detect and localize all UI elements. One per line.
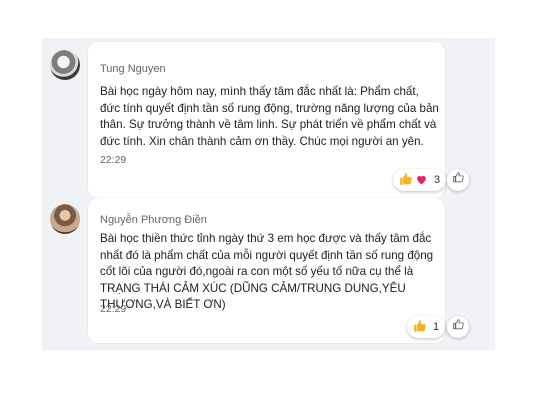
reaction-summary[interactable]: 1 <box>407 316 446 338</box>
avatar[interactable] <box>50 50 80 80</box>
heart-icon <box>415 173 428 188</box>
thumbs-up-icon <box>413 319 427 336</box>
like-outline-icon <box>452 171 465 189</box>
thumbs-up-icon <box>399 172 413 189</box>
comment-text: Bài học ngày hôm nay, mình thấy tâm đắc … <box>100 85 439 148</box>
comment-text: Bài học thiền thức tỉnh ngày thứ 3 em họ… <box>100 232 434 311</box>
comment-feed: Tung Nguyen Bài học ngày hôm nay, mình t… <box>42 38 495 350</box>
comment-bubble: Tung Nguyen Bài học ngày hôm nay, mình t… <box>88 42 469 198</box>
comment-author[interactable]: Tung Nguyen <box>100 63 166 75</box>
comment-bubble: Nguyễn Phương Điền Bài học thiền thức tỉ… <box>88 198 469 343</box>
like-button[interactable] <box>447 316 469 338</box>
reaction-count: 1 <box>433 321 440 333</box>
comment-time[interactable]: 22:29 <box>100 154 126 166</box>
avatar[interactable] <box>50 204 80 234</box>
reaction-count: 3 <box>434 174 441 186</box>
comment-author[interactable]: Nguyễn Phương Điền <box>100 214 207 226</box>
reaction-summary[interactable]: 3 <box>393 169 447 191</box>
like-outline-icon <box>452 318 465 336</box>
comment-time[interactable]: 22:29 <box>100 303 126 315</box>
like-button[interactable] <box>447 169 469 191</box>
